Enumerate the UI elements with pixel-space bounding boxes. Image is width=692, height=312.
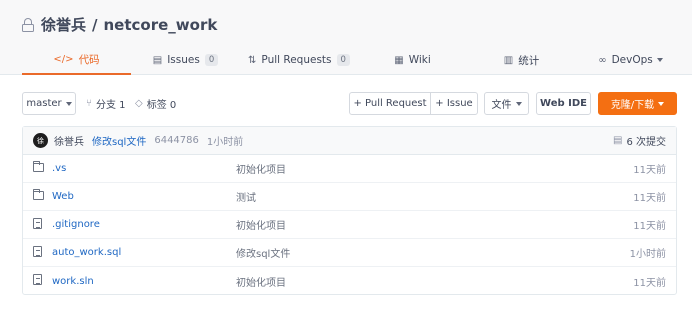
- tab-wiki[interactable]: ▦ Wiki: [358, 45, 467, 75]
- issues-icon: ▤: [152, 54, 163, 66]
- file-name-link[interactable]: auto_work.sql: [52, 247, 236, 258]
- clone-label: 克隆/下载: [610, 100, 655, 111]
- tab-label: Pull Requests: [261, 54, 332, 66]
- wiki-icon: ▦: [394, 54, 404, 66]
- file-commit-time: 11天前: [633, 165, 666, 176]
- chevron-down-icon: [656, 58, 663, 62]
- file-icon: [33, 245, 42, 257]
- file-commit-message[interactable]: 测试: [236, 189, 633, 204]
- branch-icon: ⑂: [86, 98, 92, 109]
- commit-count-label: 6 次提交: [626, 137, 666, 148]
- table-row[interactable]: Web 测试 11天前: [23, 183, 676, 211]
- table-row[interactable]: .gitignore 初始化项目 11天前: [23, 211, 676, 239]
- chevron-down-icon: [658, 101, 665, 106]
- chart-icon: ▥: [503, 54, 514, 66]
- folder-icon: [32, 161, 44, 172]
- repo-separator: /: [92, 15, 98, 34]
- chevron-down-icon: [65, 101, 72, 106]
- repo-header: 徐誉兵 / netcore_work </> 代码 ▤ Issues 0 ⇅ P…: [0, 0, 692, 75]
- tab-label: Issues: [167, 54, 200, 66]
- file-name-link[interactable]: .vs: [52, 163, 236, 174]
- file-commit-time: 11天前: [633, 193, 666, 204]
- repo-tabs: </> 代码 ▤ Issues 0 ⇅ Pull Requests 0 ▦ Wi…: [0, 45, 692, 75]
- file-name-link[interactable]: .gitignore: [52, 219, 236, 230]
- latest-commit-bar: 徐 徐誉兵 修改sql文件 6444786 1小时前 ▤ 6 次提交: [23, 127, 676, 155]
- commit-hash[interactable]: 6444786: [154, 135, 199, 146]
- new-issue-button[interactable]: + Issue: [430, 93, 477, 114]
- lock-icon: [22, 17, 34, 32]
- new-pull-request-button[interactable]: + Pull Request: [350, 93, 430, 114]
- code-icon: </>: [53, 53, 74, 65]
- tab-label: Wiki: [408, 54, 431, 66]
- chevron-down-icon: [515, 101, 522, 106]
- tab-devops[interactable]: ∞ DevOps: [576, 45, 685, 75]
- file-name-link[interactable]: Web: [52, 191, 236, 202]
- file-commit-time: 11天前: [633, 277, 666, 289]
- file-menu-button[interactable]: 文件: [484, 92, 529, 115]
- file-commit-time: 11天前: [633, 221, 666, 232]
- file-menu-label: 文件: [491, 100, 512, 111]
- commit-time: 1小时前: [206, 137, 244, 148]
- repo-owner-link[interactable]: 徐誉兵: [41, 14, 86, 35]
- tab-pull-requests[interactable]: ⇅ Pull Requests 0: [240, 45, 358, 75]
- tab-issues[interactable]: ▤ Issues 0: [131, 45, 240, 75]
- file-commit-message[interactable]: 修改sql文件: [236, 245, 630, 260]
- table-row[interactable]: work.sln 初始化项目 11天前: [23, 267, 676, 295]
- branch-select[interactable]: master: [22, 92, 76, 115]
- file-list: 徐 徐誉兵 修改sql文件 6444786 1小时前 ▤ 6 次提交 .vs 初…: [22, 126, 677, 295]
- branches-label: 分支 1: [96, 100, 126, 111]
- tab-label: 统计: [518, 54, 540, 67]
- branches-link[interactable]: ⑂ 分支 1: [86, 92, 126, 115]
- tags-label: 标签 0: [146, 100, 177, 111]
- file-commit-time: 1小时前: [629, 249, 666, 260]
- document-icon: ▤: [613, 135, 623, 146]
- tab-label: DevOps: [611, 54, 653, 66]
- file-commit-message[interactable]: 初始化项目: [236, 274, 633, 289]
- table-row[interactable]: auto_work.sql 修改sql文件 1小时前: [23, 239, 676, 267]
- commit-count-link[interactable]: ▤ 6 次提交: [613, 133, 666, 148]
- issues-count-badge: 0: [204, 54, 219, 66]
- tab-label: 代码: [78, 53, 100, 66]
- commit-author[interactable]: 徐誉兵: [54, 133, 84, 148]
- infinity-icon: ∞: [598, 54, 607, 66]
- commit-message-link[interactable]: 修改sql文件: [92, 133, 146, 148]
- file-name-link[interactable]: work.sln: [52, 276, 236, 287]
- tab-code[interactable]: </> 代码: [22, 45, 131, 75]
- tag-icon: ◇: [135, 98, 143, 109]
- branch-label: master: [26, 98, 62, 109]
- repo-title: 徐誉兵 / netcore_work: [22, 14, 217, 35]
- file-commit-message[interactable]: 初始化项目: [236, 161, 633, 176]
- create-button-group: + Pull Request + Issue: [349, 92, 478, 115]
- table-row[interactable]: .vs 初始化项目 11天前: [23, 155, 676, 183]
- pull-requests-count-badge: 0: [336, 54, 350, 66]
- web-ide-button[interactable]: Web IDE: [536, 92, 591, 115]
- tags-link[interactable]: ◇ 标签 0: [135, 92, 176, 115]
- folder-icon: [32, 189, 44, 200]
- pull-request-icon: ⇅: [248, 54, 257, 66]
- repo-name-link[interactable]: netcore_work: [104, 16, 218, 34]
- clone-download-button[interactable]: 克隆/下载: [598, 92, 677, 115]
- file-commit-message[interactable]: 初始化项目: [236, 217, 633, 232]
- file-icon: [33, 274, 42, 285]
- avatar[interactable]: 徐: [33, 133, 48, 148]
- file-icon: [33, 217, 42, 229]
- tab-statistics[interactable]: ▥ 统计: [467, 45, 576, 75]
